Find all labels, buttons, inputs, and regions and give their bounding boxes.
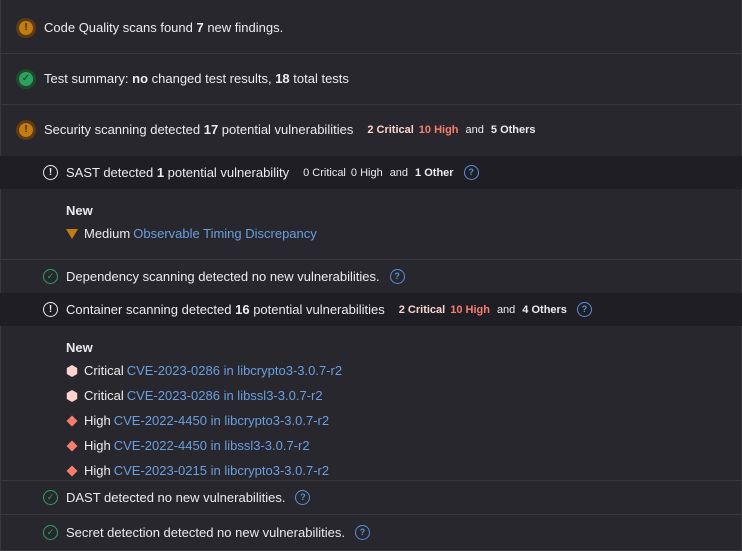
- sast-header[interactable]: ! SAST detected 1 potential vulnerabilit…: [0, 156, 742, 189]
- critical-severity-icon: [66, 389, 78, 402]
- vulnerability-link[interactable]: CVE-2023-0215 in libcrypto3-3.0.7-r2: [114, 463, 329, 478]
- alert-circle-icon: !: [43, 165, 58, 180]
- container-new-label: New: [66, 340, 93, 355]
- critical-severity-icon: [66, 364, 78, 377]
- high-count: 10 High: [418, 123, 459, 136]
- code-quality-summary: Code Quality scans found 7 new findings.: [44, 20, 284, 35]
- dependency-summary: Dependency scanning detected no new vuln…: [66, 269, 380, 284]
- security-severity-counts: 2 Critical 10 High and 5 Others: [367, 123, 536, 136]
- critical-count: 0 Critical: [303, 166, 346, 179]
- success-status-icon: ✓: [16, 68, 36, 89]
- check-circle-icon: ✓: [43, 490, 58, 505]
- help-icon[interactable]: ?: [389, 269, 405, 284]
- warning-status-icon: !: [16, 119, 36, 140]
- high-severity-icon: [66, 440, 78, 452]
- container-finding[interactable]: High CVE-2022-4450 in libssl3-3.0.7-r2: [66, 438, 310, 453]
- warning-status-icon: !: [16, 17, 36, 38]
- alert-circle-icon: !: [43, 302, 58, 317]
- check-circle-icon: ✓: [43, 524, 58, 540]
- medium-severity-icon: [66, 228, 78, 240]
- test-summary-text: Test summary: no changed test results, 1…: [44, 71, 349, 86]
- sast-summary: SAST detected 1 potential vulnerability: [66, 165, 290, 180]
- help-icon[interactable]: ?: [576, 302, 592, 317]
- high-severity-icon: [66, 465, 78, 477]
- container-finding[interactable]: High CVE-2023-0215 in libcrypto3-3.0.7-r…: [66, 463, 329, 478]
- secret-detection-summary: Secret detection detected no new vulnera…: [66, 524, 345, 540]
- high-count: 10 High: [450, 303, 490, 316]
- container-severity-counts: 2 Critical 10 High and 4 Others: [398, 303, 567, 316]
- container-finding[interactable]: High CVE-2022-4450 in libcrypto3-3.0.7-r…: [66, 413, 329, 428]
- vulnerability-link[interactable]: CVE-2023-0286 in libcrypto3-3.0.7-r2: [127, 363, 342, 378]
- dast-summary: DAST detected no new vulnerabilities.: [66, 490, 286, 505]
- vulnerability-link[interactable]: CVE-2023-0286 in libssl3-3.0.7-r2: [127, 388, 323, 403]
- dependency-scanning-row[interactable]: ✓ Dependency scanning detected no new vu…: [0, 260, 742, 293]
- test-summary-row[interactable]: ✓ Test summary: no changed test results,…: [0, 53, 742, 104]
- container-finding[interactable]: Critical CVE-2023-0286 in libssl3-3.0.7-…: [66, 388, 323, 403]
- others-count: 5 Others: [490, 123, 536, 136]
- others-count: 1 Other: [415, 166, 454, 179]
- vulnerability-link[interactable]: CVE-2022-4450 in libssl3-3.0.7-r2: [114, 438, 310, 453]
- container-finding[interactable]: Critical CVE-2023-0286 in libcrypto3-3.0…: [66, 363, 342, 378]
- help-icon[interactable]: ?: [295, 490, 311, 505]
- others-count: 4 Others: [522, 303, 567, 316]
- high-count: 0 High: [350, 166, 383, 179]
- sast-finding[interactable]: Medium Observable Timing Discrepancy: [66, 226, 317, 241]
- critical-count: 2 Critical: [398, 303, 446, 316]
- sast-severity-counts: 0 Critical 0 High and 1 Other: [303, 166, 454, 179]
- container-scanning-header[interactable]: ! Container scanning detected 16 potenti…: [0, 293, 742, 326]
- security-scanning-row[interactable]: ! Security scanning detected 17 potentia…: [0, 104, 742, 155]
- help-icon[interactable]: ?: [354, 524, 370, 540]
- security-summary: Security scanning detected 17 potential …: [44, 122, 354, 137]
- check-circle-icon: ✓: [43, 269, 58, 284]
- sast-new-label: New: [66, 203, 93, 218]
- container-summary: Container scanning detected 16 potential…: [66, 302, 385, 317]
- help-icon[interactable]: ?: [463, 165, 479, 180]
- critical-count: 2 Critical: [367, 123, 414, 136]
- dast-row[interactable]: ✓ DAST detected no new vulnerabilities. …: [0, 481, 742, 514]
- vulnerability-link[interactable]: CVE-2022-4450 in libcrypto3-3.0.7-r2: [114, 413, 329, 428]
- secret-detection-row[interactable]: ✓ Secret detection detected no new vulne…: [0, 515, 742, 549]
- vulnerability-link[interactable]: Observable Timing Discrepancy: [133, 226, 317, 241]
- high-severity-icon: [66, 415, 78, 427]
- code-quality-row[interactable]: ! Code Quality scans found 7 new finding…: [0, 2, 742, 53]
